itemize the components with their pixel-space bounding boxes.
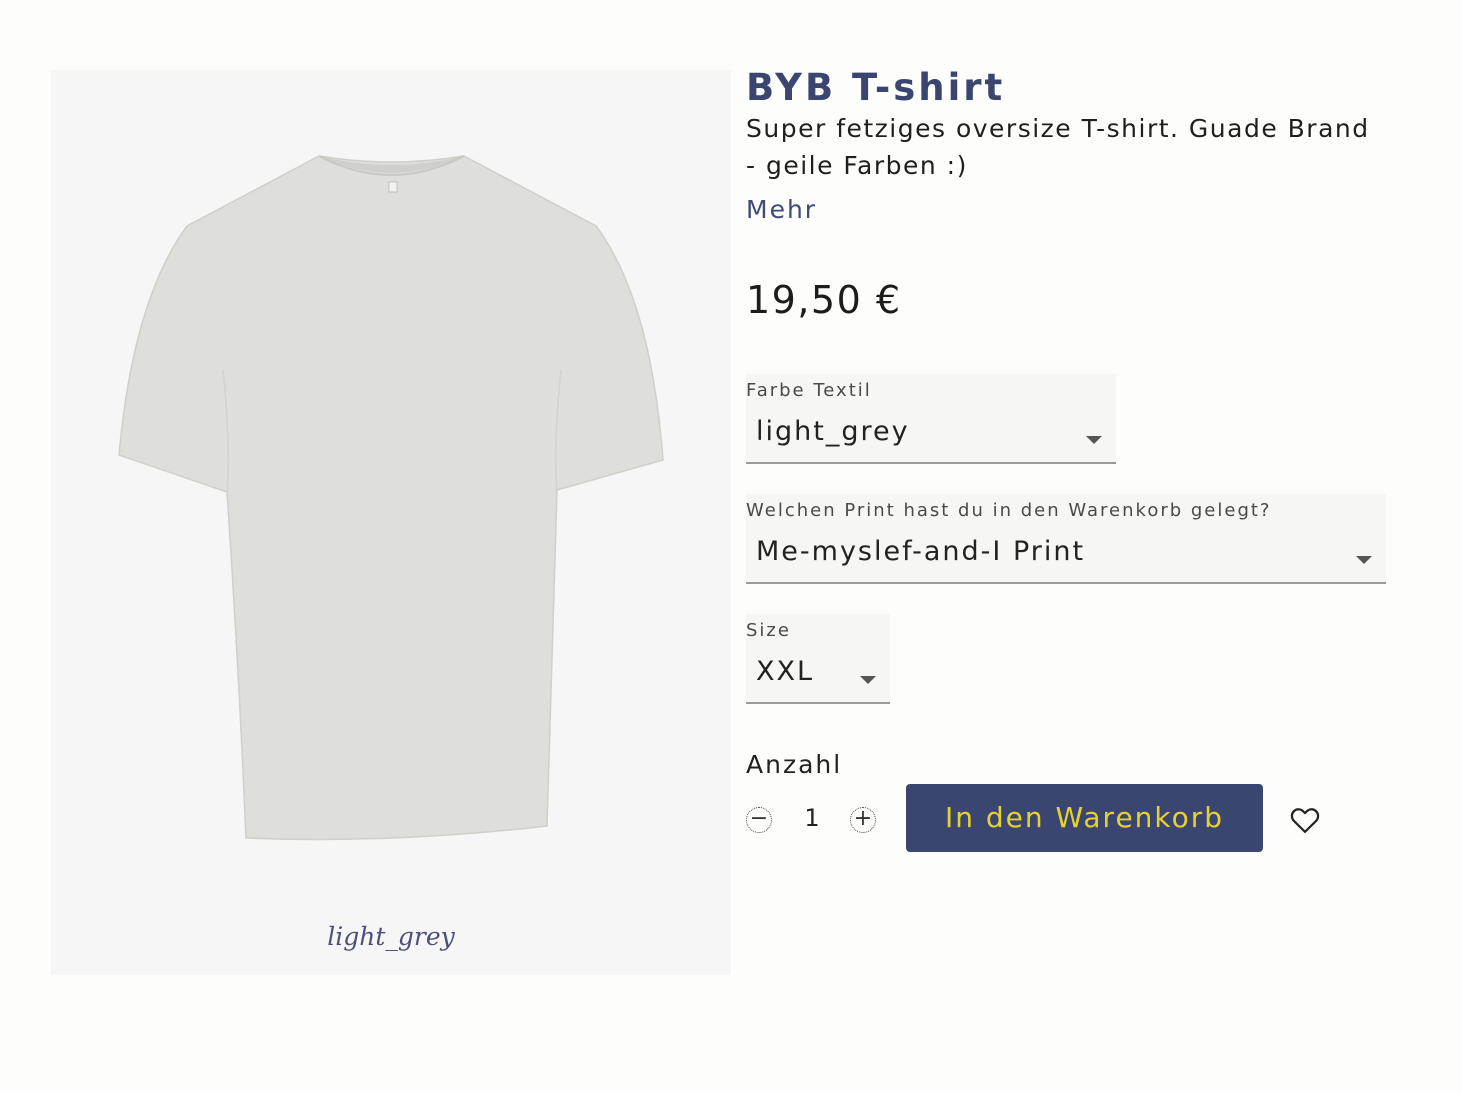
chevron-down-icon <box>1086 436 1102 444</box>
chevron-down-icon <box>860 676 876 684</box>
print-select[interactable]: Welchen Print hast du in den Warenkorb g… <box>746 494 1386 584</box>
more-link[interactable]: Mehr <box>746 195 817 224</box>
size-select-value: XXL <box>756 656 815 687</box>
color-select-value: light_grey <box>756 416 910 447</box>
add-to-cart-button[interactable]: In den Warenkorb <box>906 784 1263 852</box>
tshirt-body <box>118 155 664 841</box>
product-description: Super fetziges oversize T-shirt. Guade B… <box>746 114 1370 180</box>
print-select-value: Me-myslef-and-I Print <box>756 536 1086 567</box>
product-price: 19,50 € <box>746 278 902 322</box>
color-select[interactable]: Farbe Textil light_grey <box>746 374 1116 464</box>
plus-circle-icon[interactable]: + <box>850 807 876 833</box>
product-image-panel: light_grey <box>51 70 731 975</box>
print-select-label: Welchen Print hast du in den Warenkorb g… <box>746 500 1272 521</box>
quantity-value[interactable]: 1 <box>798 804 826 832</box>
quantity-label: Anzahl <box>746 750 843 779</box>
product-tshirt-image <box>118 155 664 841</box>
heart-icon[interactable] <box>1290 806 1320 834</box>
size-select-label: Size <box>746 620 791 641</box>
color-select-label: Farbe Textil <box>746 380 872 401</box>
product-title: BYB T-shirt <box>746 66 1006 109</box>
size-select[interactable]: Size XXL <box>746 614 890 704</box>
chevron-down-icon <box>1356 556 1372 564</box>
minus-circle-icon[interactable]: − <box>746 807 772 833</box>
image-color-caption: light_grey <box>327 922 455 951</box>
